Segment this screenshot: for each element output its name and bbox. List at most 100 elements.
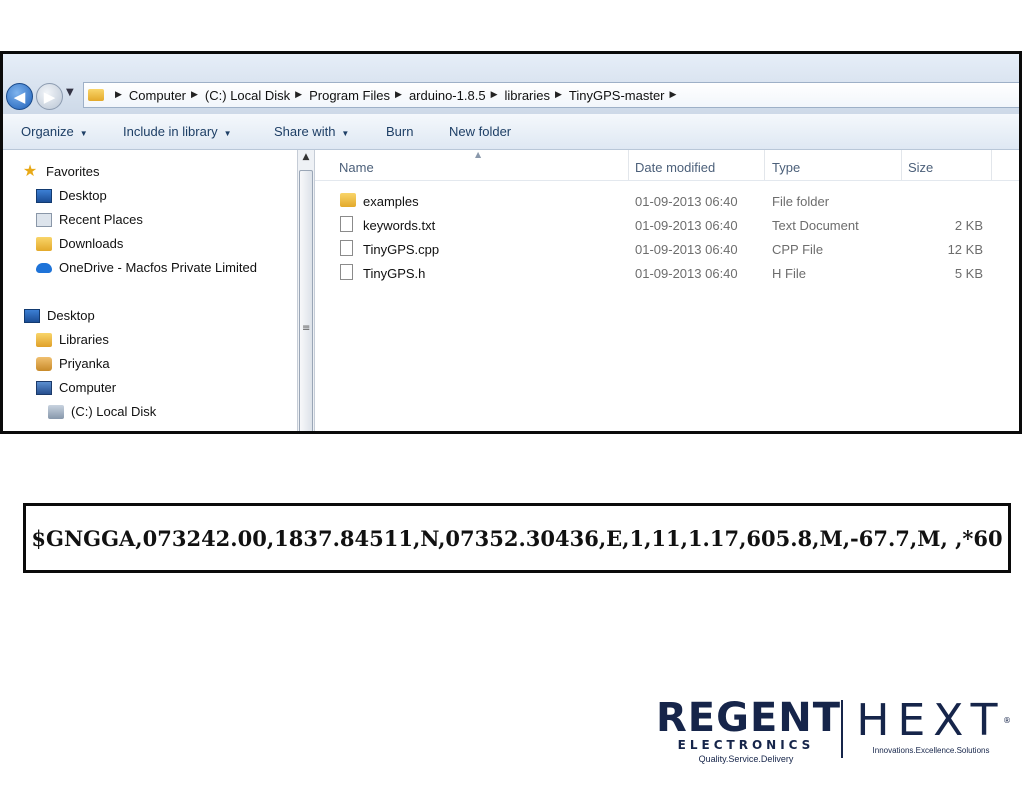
column-divider[interactable] xyxy=(901,150,902,180)
star-icon: ★ xyxy=(22,162,38,180)
nav-item-desktop[interactable]: Desktop xyxy=(36,188,107,203)
file-row[interactable]: examples 01-09-2013 06:40 File folder xyxy=(315,189,1019,213)
address-field[interactable]: ▶ Computer ▶ (C:) Local Disk ▶ Program F… xyxy=(83,82,1019,108)
address-bar-area: ◀ ▶ ▼ ▶ Computer ▶ (C:) Local Disk ▶ Pro… xyxy=(3,54,1019,114)
column-name-header[interactable]: Name xyxy=(339,160,374,175)
libraries-icon xyxy=(36,332,52,347)
scroll-up-arrow-icon[interactable]: ▲ xyxy=(298,152,314,162)
file-row[interactable]: TinyGPS.h 01-09-2013 06:40 H File 5 KB xyxy=(315,261,1019,285)
breadcrumb-libraries[interactable]: libraries xyxy=(504,88,550,103)
nav-desktop-root[interactable]: Desktop xyxy=(24,308,95,323)
nav-item-libraries[interactable]: Libraries xyxy=(36,332,109,347)
file-date: 01-09-2013 06:40 xyxy=(635,194,738,209)
breadcrumb-tinygps-master[interactable]: TinyGPS-master xyxy=(569,88,665,103)
nav-item-onedrive[interactable]: OneDrive - Macfos Private Limited xyxy=(36,260,257,275)
desktop-icon xyxy=(36,188,52,203)
nav-item-label: Downloads xyxy=(59,236,124,251)
caret-down-icon: ▼ xyxy=(79,129,88,138)
document-icon xyxy=(340,216,353,232)
computer-icon xyxy=(36,380,52,395)
column-divider[interactable] xyxy=(764,150,765,180)
chevron-right-icon[interactable]: ▶ xyxy=(295,90,302,100)
downloads-icon xyxy=(36,236,52,251)
file-name: examples xyxy=(363,194,419,209)
folder-icon xyxy=(340,193,356,207)
explorer-window: ◀ ▶ ▼ ▶ Computer ▶ (C:) Local Disk ▶ Pro… xyxy=(0,51,1022,434)
nav-item-label: OneDrive - Macfos Private Limited xyxy=(59,260,257,275)
chevron-right-icon[interactable]: ▶ xyxy=(115,90,122,100)
navigation-pane: ★ Favorites Desktop Recent Places Downlo… xyxy=(3,150,297,431)
include-in-library-button[interactable]: Include in library ▼ xyxy=(123,124,232,139)
file-size: 2 KB xyxy=(954,218,983,233)
nav-item-local-disk[interactable]: (C:) Local Disk xyxy=(48,404,156,419)
history-dropdown-button[interactable]: ▼ xyxy=(66,87,74,98)
file-name: keywords.txt xyxy=(363,218,436,233)
file-type: H File xyxy=(772,266,806,281)
regent-electronics-logo: REGENT ELECTRONICS Quality.Service.Deliv… xyxy=(656,695,842,764)
regent-tagline: Quality.Service.Delivery xyxy=(698,754,794,764)
nav-item-label: Libraries xyxy=(59,332,109,347)
nav-desktop-label: Desktop xyxy=(47,308,95,323)
file-name: TinyGPS.h xyxy=(363,266,426,281)
registered-mark: ® xyxy=(1003,716,1011,725)
document-icon xyxy=(340,240,353,256)
share-with-label: Share with xyxy=(274,124,336,139)
scroll-grip-icon: ≡ xyxy=(302,323,311,334)
hext-wordmark: HEXT ® xyxy=(851,696,1011,746)
nav-pane-scrollbar[interactable]: ▲ ≡ xyxy=(297,150,315,431)
column-header-row: ▲ Name Date modified Type Size xyxy=(315,150,1019,181)
regent-wordmark: REGENT xyxy=(656,695,842,741)
hext-logo: HEXT ® Innovations.Excellence.Solutions xyxy=(851,696,1011,756)
nav-item-recent-places[interactable]: Recent Places xyxy=(36,212,143,227)
new-folder-button[interactable]: New folder xyxy=(449,124,511,139)
user-folder-icon xyxy=(36,356,52,371)
file-name: TinyGPS.cpp xyxy=(363,242,440,257)
column-size-header[interactable]: Size xyxy=(908,160,933,175)
logo-divider xyxy=(841,700,843,758)
chevron-right-icon[interactable]: ▶ xyxy=(670,90,677,100)
organize-button[interactable]: Organize ▼ xyxy=(21,124,88,139)
column-type-header[interactable]: Type xyxy=(772,160,800,175)
share-with-button[interactable]: Share with ▼ xyxy=(274,124,349,139)
forward-button[interactable]: ▶ xyxy=(36,83,63,110)
file-size: 12 KB xyxy=(947,242,983,257)
chevron-right-icon[interactable]: ▶ xyxy=(191,90,198,100)
nav-item-downloads[interactable]: Downloads xyxy=(36,236,123,251)
scrollbar-thumb[interactable] xyxy=(299,170,313,431)
file-date: 01-09-2013 06:40 xyxy=(635,242,738,257)
breadcrumb-program-files[interactable]: Program Files xyxy=(309,88,390,103)
chevron-right-icon[interactable]: ▶ xyxy=(491,90,498,100)
nav-favorites[interactable]: ★ Favorites xyxy=(21,162,100,180)
file-row[interactable]: TinyGPS.cpp 01-09-2013 06:40 CPP File 12… xyxy=(315,237,1019,261)
recent-places-icon xyxy=(36,212,52,227)
back-button[interactable]: ◀ xyxy=(6,83,33,110)
file-list-pane: ▲ Name Date modified Type Size examples … xyxy=(315,150,1019,431)
column-date-header[interactable]: Date modified xyxy=(635,160,715,175)
nav-item-label: Computer xyxy=(59,380,117,395)
file-type: Text Document xyxy=(772,218,859,233)
document-icon xyxy=(340,264,353,280)
regent-subtitle: ELECTRONICS xyxy=(677,738,815,752)
file-row[interactable]: keywords.txt 01-09-2013 06:40 Text Docum… xyxy=(315,213,1019,237)
file-type: CPP File xyxy=(772,242,824,257)
nav-item-computer[interactable]: Computer xyxy=(36,380,116,395)
nav-item-label: Priyanka xyxy=(59,356,110,371)
file-size: 5 KB xyxy=(954,266,983,281)
chevron-right-icon[interactable]: ▶ xyxy=(395,90,402,100)
breadcrumb-local-disk[interactable]: (C:) Local Disk xyxy=(205,88,290,103)
organize-label: Organize xyxy=(21,124,74,139)
forward-arrow-icon: ▶ xyxy=(43,88,56,106)
chevron-right-icon[interactable]: ▶ xyxy=(555,90,562,100)
file-type: File folder xyxy=(772,194,830,209)
nav-item-label: Desktop xyxy=(59,188,107,203)
file-date: 01-09-2013 06:40 xyxy=(635,218,738,233)
breadcrumb-arduino[interactable]: arduino-1.8.5 xyxy=(409,88,486,103)
column-divider[interactable] xyxy=(991,150,992,180)
column-divider[interactable] xyxy=(628,150,629,180)
nav-item-priyanka[interactable]: Priyanka xyxy=(36,356,110,371)
burn-button[interactable]: Burn xyxy=(386,124,413,139)
breadcrumb-computer[interactable]: Computer xyxy=(129,88,186,103)
hext-tagline: Innovations.Excellence.Solutions xyxy=(872,746,990,755)
sort-ascending-icon: ▲ xyxy=(475,150,482,159)
nav-item-label: Recent Places xyxy=(59,212,143,227)
